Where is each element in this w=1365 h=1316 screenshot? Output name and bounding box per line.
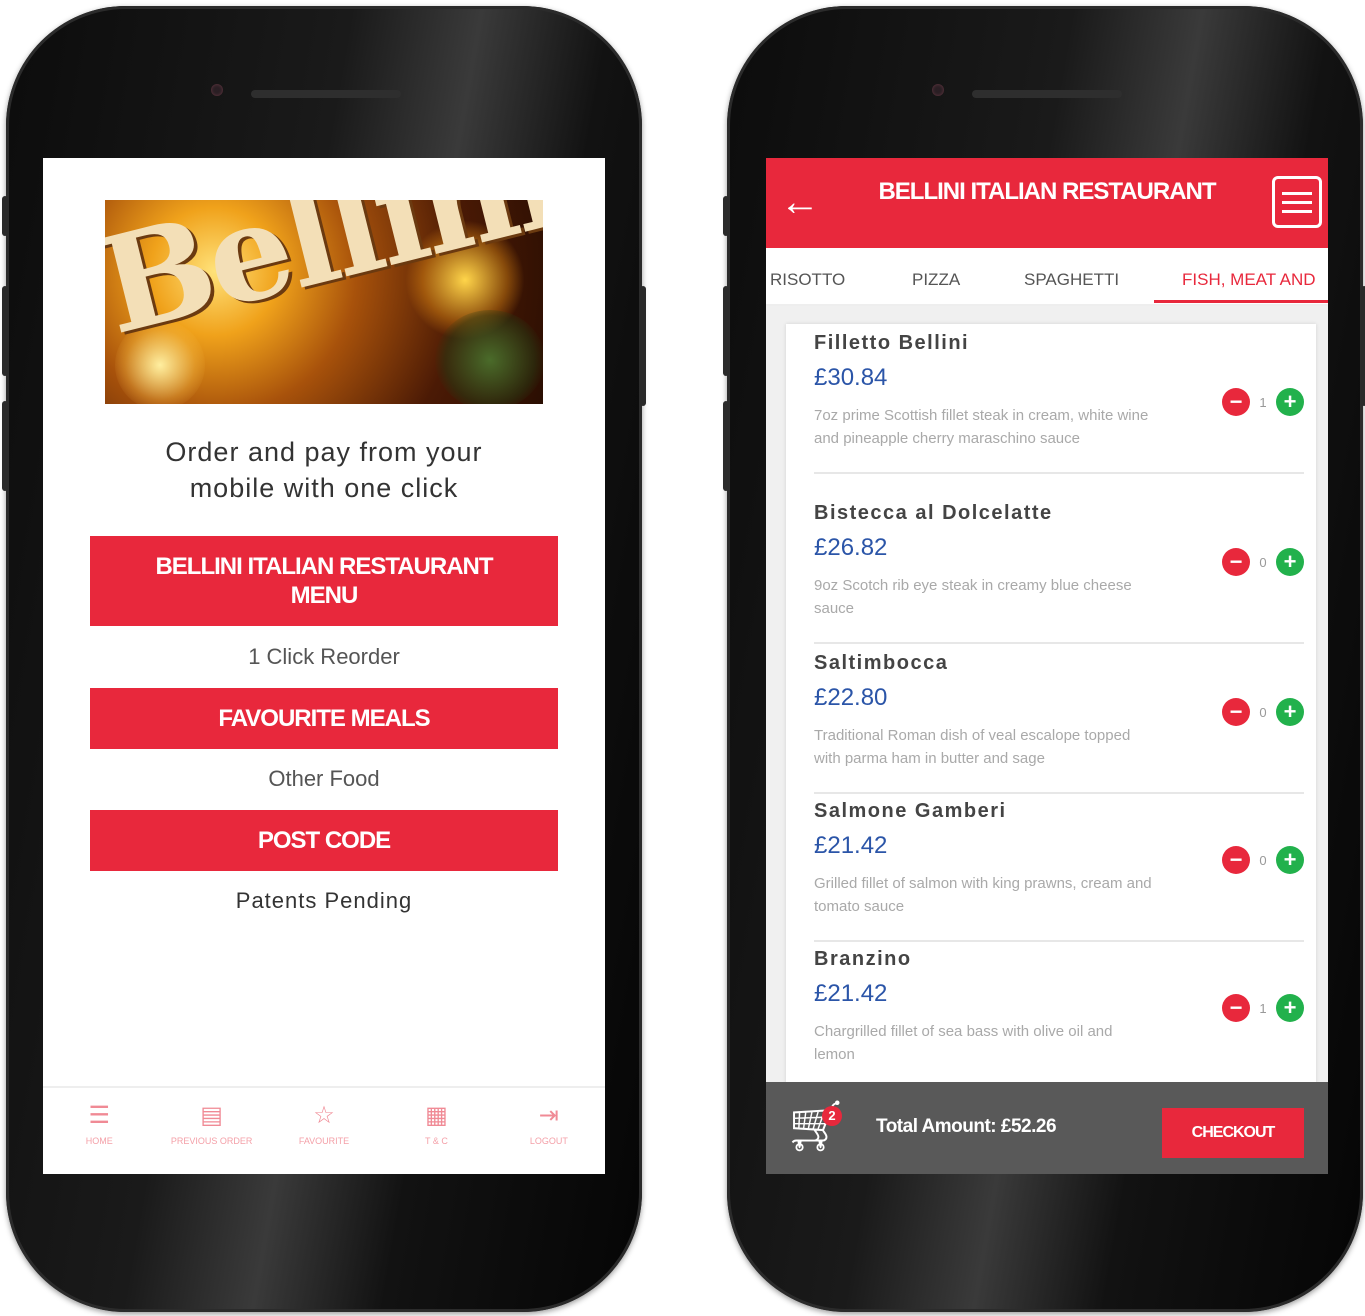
- app-bar: ← BELLINI ITALIAN RESTAURANT: [766, 158, 1328, 248]
- nav-terms[interactable]: ▦ T & C: [380, 1088, 492, 1174]
- earpiece-speaker: [972, 90, 1122, 98]
- list-item: Bistecca al Dolcelatte £26.82 9oz Scotch…: [814, 494, 1304, 644]
- item-name: Filletto Bellini: [814, 332, 970, 354]
- quantity-stepper: − 1 +: [1222, 994, 1304, 1022]
- front-camera: [211, 84, 223, 96]
- tab-fish-meat[interactable]: FISH, MEAT AND: [1182, 270, 1316, 290]
- quantity-value: 0: [1259, 852, 1267, 868]
- cart-count-badge: 2: [822, 1106, 842, 1126]
- list-item: Branzino £21.42 Chargrilled fillet of se…: [814, 940, 1304, 1088]
- item-price: £30.84: [814, 364, 888, 391]
- hamburger-menu-icon[interactable]: [1272, 176, 1322, 228]
- item-name: Bistecca al Dolcelatte: [814, 502, 1053, 524]
- star-icon: ☆: [313, 1102, 335, 1129]
- tab-spaghetti[interactable]: SPAGHETTI: [1024, 270, 1119, 290]
- item-name: Salmone Gamberi: [814, 800, 1007, 822]
- quantity-stepper: − 0 +: [1222, 548, 1304, 576]
- bellini-banner-image: Bellini: [105, 200, 543, 404]
- tagline-line-2: mobile with one click: [189, 473, 459, 503]
- favourite-meals-button[interactable]: FAVOURITE MEALS: [90, 688, 558, 749]
- mute-switch: [2, 196, 8, 236]
- menu-list-area: Filletto Bellini £30.84 7oz prime Scotti…: [766, 306, 1328, 1084]
- list-item: Salmone Gamberi £21.42 Grilled fillet of…: [814, 792, 1304, 942]
- plus-icon[interactable]: +: [1276, 698, 1304, 726]
- plus-icon[interactable]: +: [1276, 994, 1304, 1022]
- item-description: 9oz Scotch rib eye steak in creamy blue …: [814, 577, 1132, 617]
- volume-down-button: [2, 401, 8, 491]
- bottom-nav: ☰ HOME ▤ PREVIOUS ORDER ☆ FAVOURITE ▦ T …: [43, 1086, 605, 1174]
- reorder-caption: 1 Click Reorder: [248, 644, 400, 669]
- item-name: Saltimbocca: [814, 652, 949, 674]
- nav-label: PREVIOUS ORDER: [170, 1136, 253, 1146]
- nav-favourite[interactable]: ☆ FAVOURITE: [268, 1088, 380, 1174]
- minus-icon[interactable]: −: [1222, 994, 1250, 1022]
- item-description: 7oz prime Scottish fillet steak in cream…: [814, 407, 1149, 447]
- nav-label: FAVOURITE: [298, 1136, 350, 1146]
- nav-home[interactable]: ☰ HOME: [43, 1088, 155, 1174]
- quantity-stepper: − 0 +: [1222, 698, 1304, 726]
- category-tabs: RISOTTO PIZZA SPAGHETTI FISH, MEAT AND: [766, 248, 1328, 306]
- tagline-line-1: Order and pay from your: [165, 437, 483, 467]
- volume-down-button: [723, 401, 729, 491]
- home-screen: Bellini Order and pay from your mobile w…: [43, 158, 605, 1174]
- total-amount: Total Amount: £52.26: [876, 1116, 1057, 1137]
- item-description: Grilled fillet of salmon with king prawn…: [814, 875, 1152, 915]
- quantity-stepper: − 1 +: [1222, 388, 1304, 416]
- power-button: [640, 286, 646, 406]
- list-item: Filletto Bellini £30.84 7oz prime Scotti…: [814, 324, 1304, 474]
- list-icon: ☰: [88, 1102, 110, 1129]
- menu-screen: ← BELLINI ITALIAN RESTAURANT RISOTTO PIZ…: [766, 158, 1328, 1174]
- item-price: £21.42: [814, 980, 888, 1007]
- patents-pending-text: Patents Pending: [235, 888, 413, 913]
- item-price: £26.82: [814, 534, 888, 561]
- checkout-button[interactable]: CHECKOUT: [1162, 1108, 1304, 1158]
- plus-icon[interactable]: +: [1276, 548, 1304, 576]
- volume-up-button: [723, 286, 729, 376]
- list-item: Saltimbocca £22.80 Traditional Roman dis…: [814, 644, 1304, 794]
- nav-label: LOGOUT: [529, 1136, 568, 1146]
- item-name: Branzino: [814, 948, 912, 970]
- quantity-value: 0: [1259, 554, 1267, 570]
- plus-icon[interactable]: +: [1276, 846, 1304, 874]
- nav-previous-order[interactable]: ▤ PREVIOUS ORDER: [155, 1088, 267, 1174]
- quantity-value: 1: [1259, 394, 1267, 410]
- item-price: £22.80: [814, 684, 888, 711]
- nav-logout[interactable]: ⇥ LOGOUT: [493, 1088, 605, 1174]
- item-price: £21.42: [814, 832, 888, 859]
- cart-bar: 🛒︎ 2 Total Amount: £52.26 CHECKOUT: [766, 1082, 1328, 1174]
- earpiece-speaker: [251, 90, 401, 98]
- nav-label: T & C: [425, 1136, 448, 1146]
- minus-icon[interactable]: −: [1222, 698, 1250, 726]
- quantity-stepper: − 0 +: [1222, 846, 1304, 874]
- calendar-icon: ▦: [425, 1102, 448, 1129]
- active-tab-indicator: [1154, 300, 1328, 303]
- page-title: BELLINI ITALIAN RESTAURANT: [878, 178, 1216, 205]
- power-button: [1361, 286, 1365, 406]
- restaurant-menu-button[interactable]: BELLINI ITALIAN RESTAURANT MENU: [90, 536, 558, 626]
- receipt-icon: ▤: [200, 1102, 223, 1129]
- other-food-caption: Other Food: [268, 766, 380, 791]
- minus-icon[interactable]: −: [1222, 388, 1250, 416]
- tagline: Order and pay from your mobile with one …: [43, 434, 605, 506]
- tab-risotto[interactable]: RISOTTO: [770, 270, 845, 290]
- nav-label: HOME: [85, 1136, 113, 1146]
- menu-card: Filletto Bellini £30.84 7oz prime Scotti…: [786, 324, 1316, 1084]
- minus-icon[interactable]: −: [1222, 846, 1250, 874]
- quantity-value: 1: [1259, 1000, 1267, 1016]
- front-camera: [932, 84, 944, 96]
- quantity-value: 0: [1259, 704, 1267, 720]
- tab-pizza[interactable]: PIZZA: [912, 270, 960, 290]
- logout-icon: ⇥: [538, 1102, 559, 1129]
- plus-icon[interactable]: +: [1276, 388, 1304, 416]
- mute-switch: [723, 196, 729, 236]
- volume-up-button: [2, 286, 8, 376]
- item-description: Traditional Roman dish of veal escalope …: [814, 727, 1131, 767]
- phone-right: ← BELLINI ITALIAN RESTAURANT RISOTTO PIZ…: [723, 6, 1365, 1312]
- phone-left: Bellini Order and pay from your mobile w…: [2, 6, 646, 1312]
- item-description: Chargrilled fillet of sea bass with oliv…: [814, 1023, 1113, 1063]
- minus-icon[interactable]: −: [1222, 548, 1250, 576]
- post-code-button[interactable]: POST CODE: [90, 810, 558, 871]
